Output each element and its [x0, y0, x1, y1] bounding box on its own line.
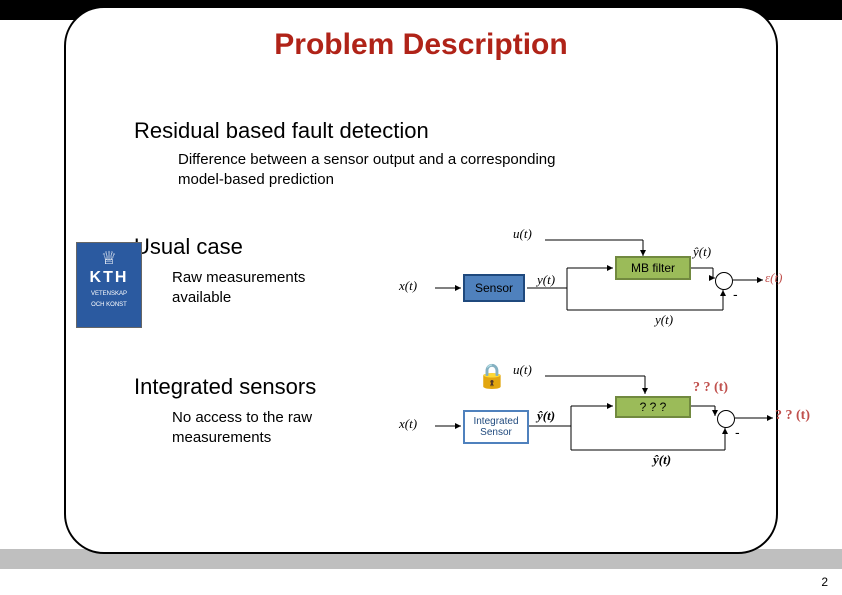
label-u-t: u(t) — [513, 226, 532, 242]
sensor-box: Sensor — [463, 274, 525, 302]
label-y-t-bot: y(t) — [655, 312, 673, 328]
kth-sub2: OCH KONST — [77, 302, 141, 309]
label-eps-t: ε(t) — [765, 270, 782, 286]
diagram-integrated-arrows — [395, 368, 825, 478]
lock-icon: 🔒 — [477, 362, 507, 391]
label2-qq-out: ? ? (t) — [775, 408, 810, 424]
minus-2: - — [735, 424, 740, 440]
mb-filter-box: MB filter — [615, 256, 691, 280]
page-number: 2 — [821, 575, 828, 589]
label2-u-t: u(t) — [513, 362, 532, 378]
desc-residual: Difference between a sensor output and a… — [178, 150, 718, 191]
diagram-integrated: x(t) u(t) 🔒 Integrated Sensor ŷ(t) ? ? ?… — [395, 368, 825, 478]
label2-yhat-mid: ŷ(t) — [537, 408, 555, 424]
kth-sub1: VETENSKAP — [77, 291, 141, 298]
crown-icon: ♕ — [77, 249, 141, 267]
heading-integrated: Integrated sensors — [134, 374, 316, 400]
label2-qq-above: ? ? (t) — [693, 380, 728, 396]
label-x-t: x(t) — [399, 278, 417, 294]
label2-x-t: x(t) — [399, 416, 417, 432]
desc-usual: Raw measurements available — [172, 268, 305, 309]
summing-junction-1 — [715, 272, 733, 290]
kth-logo: ♕ KTH VETENSKAP OCH KONST — [76, 242, 142, 328]
kth-text: KTH — [77, 269, 141, 287]
desc-integrated: No access to the raw measurements — [172, 408, 312, 449]
heading-usual: Usual case — [134, 234, 243, 260]
heading-residual: Residual based fault detection — [134, 118, 429, 144]
integrated-sensor-box: Integrated Sensor — [463, 410, 529, 444]
diagram-usual: x(t) u(t) Sensor y(t) MB filter ŷ(t) y(t… — [395, 238, 795, 338]
slide-title: Problem Description — [0, 28, 842, 62]
unknown-filter-box: ? ? ? — [615, 396, 691, 418]
intsensor-l2: Sensor — [480, 427, 512, 438]
label-yhat-t: ŷ(t) — [693, 244, 711, 260]
label2-yhat-bot: ŷ(t) — [653, 452, 671, 468]
intsensor-l1: Integrated — [473, 416, 518, 427]
minus-1: - — [733, 286, 738, 302]
summing-junction-2 — [717, 410, 735, 428]
label-y-t-mid: y(t) — [537, 272, 555, 288]
